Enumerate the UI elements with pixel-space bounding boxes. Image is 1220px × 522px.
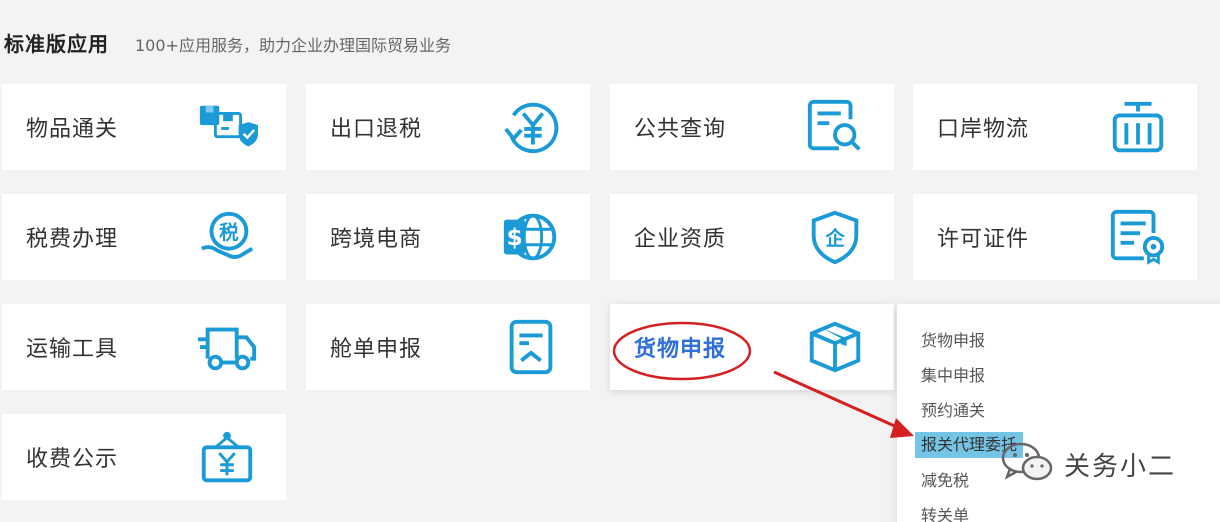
svg-text:税: 税 [219,221,239,244]
enterprise-qualification-icon: 企 [800,207,870,267]
section-header: 标准版应用 100+应用服务，助力企业办理国际贸易业务 [4,28,451,58]
app-card-label: 公共查询 [634,117,727,142]
public-query-icon [800,97,870,157]
app-card-label: 舱单申报 [330,337,423,362]
cross-border-ecommerce-icon: $ [496,207,566,267]
app-card-label: 税费办理 [26,227,119,252]
annotation-arrow [773,370,914,438]
app-card-label: 口岸物流 [937,117,1030,142]
submenu-item-transit-form[interactable]: 转关单 [921,503,969,522]
app-card-transport[interactable]: 运输工具 [2,304,286,390]
annotation-ellipse [612,321,752,381]
watermark: 关务小二 [1000,440,1176,488]
app-card-label: 许可证件 [937,227,1030,252]
svg-text:$: $ [506,224,522,251]
watermark-text: 关务小二 [1064,451,1177,482]
app-card-port-logistics[interactable]: 口岸物流 [913,84,1197,170]
app-card-label: 出口退税 [330,117,423,142]
app-card-cross-border-ecommerce[interactable]: 跨境电商 $ [306,194,590,280]
app-card-public-query[interactable]: 公共查询 [610,84,894,170]
app-card-label: 运输工具 [26,337,119,362]
submenu-item-tax-exemption[interactable]: 减免税 [921,468,969,494]
submenu-item-cargo-declaration[interactable]: 货物申报 [921,328,985,354]
export-tax-refund-icon [496,97,566,157]
app-card-label: 跨境电商 [330,227,423,252]
tax-payment-icon: 税 [192,207,262,267]
submenu-item-appointment-clearance[interactable]: 预约通关 [921,398,985,424]
license-certificate-icon [1103,207,1173,267]
transport-truck-icon [192,317,262,377]
submenu-item-centralized-declaration[interactable]: 集中申报 [921,363,985,389]
svg-text:企: 企 [824,227,845,250]
app-card-enterprise-qualification[interactable]: 企业资质 企 [610,194,894,280]
app-card-export-tax-refund[interactable]: 出口退税 [306,84,590,170]
goods-clearance-icon [192,97,262,157]
cargo-declaration-submenu: 货物申报 集中申报 预约通关 报关代理委托 减免税 转关单 [897,304,1220,522]
fee-publicity-icon [192,427,262,487]
app-card-tax-payment[interactable]: 税费办理 税 [2,194,286,280]
app-card-label: 收费公示 [26,447,119,472]
manifest-declaration-icon [496,317,566,377]
app-card-fee-publicity[interactable]: 收费公示 [2,414,286,500]
port-logistics-icon [1103,97,1173,157]
app-card-manifest-declaration[interactable]: 舱单申报 [306,304,590,390]
app-card-label: 物品通关 [26,117,119,142]
app-card-license-certificate[interactable]: 许可证件 [913,194,1197,280]
section-title: 标准版应用 [4,32,109,56]
app-card-label: 企业资质 [634,227,727,252]
section-subtitle: 100+应用服务，助力企业办理国际贸易业务 [135,36,451,55]
wechat-icon [1000,440,1054,488]
app-card-goods-clearance[interactable]: 物品通关 [2,84,286,170]
